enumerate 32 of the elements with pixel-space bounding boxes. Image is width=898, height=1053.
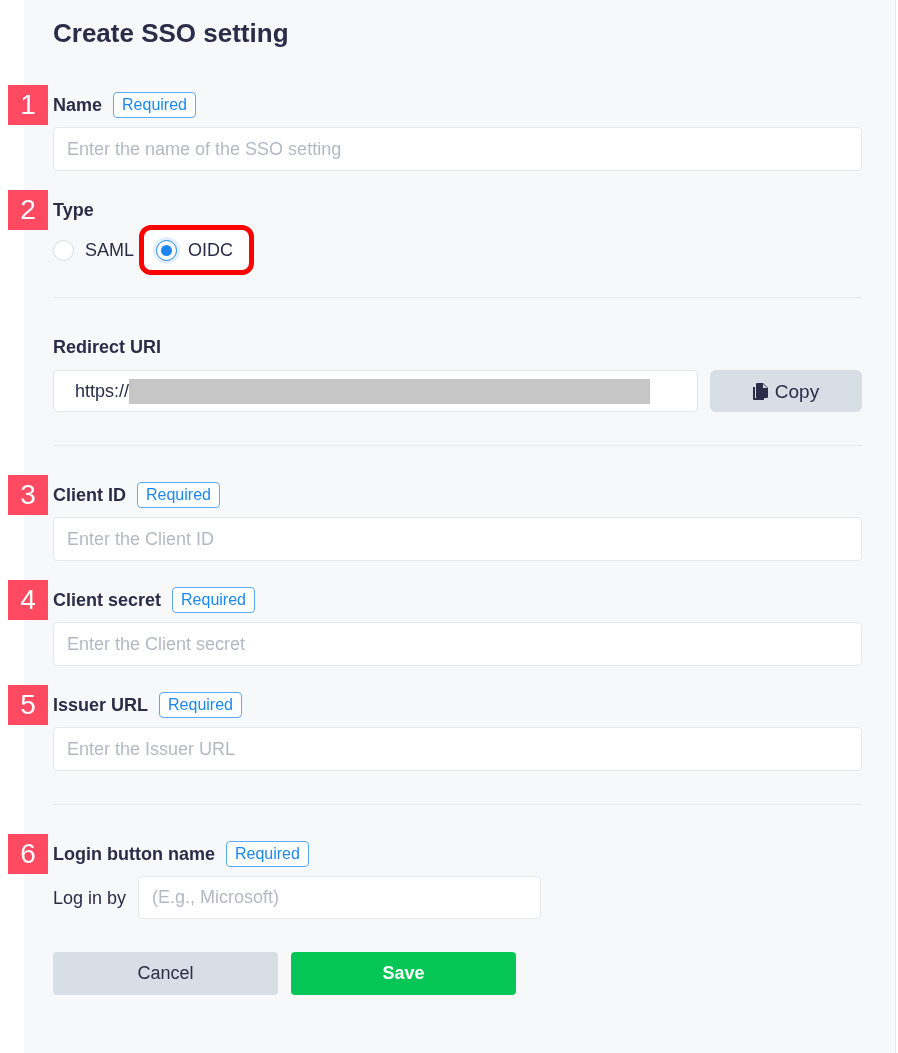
field-label: Redirect URI xyxy=(53,336,162,358)
step-number-marker: 4 xyxy=(8,580,48,620)
required-label: Required xyxy=(137,482,220,508)
copy-icon xyxy=(752,382,768,400)
input-prefix-label: Log in by xyxy=(53,888,127,907)
field-label: Client secret xyxy=(53,589,162,611)
field-label: Login button name xyxy=(53,843,215,865)
text-input[interactable]: Enter the Client secret xyxy=(53,622,862,666)
page-title: Create SSO setting xyxy=(53,17,290,49)
url-field[interactable]: https:// xyxy=(53,370,698,412)
field-label: Name xyxy=(53,94,103,116)
text-input[interactable]: Enter the Issuer URL xyxy=(53,727,862,771)
required-label: Required xyxy=(113,92,196,118)
field-label: Issuer URL xyxy=(53,694,149,716)
text-input[interactable]: (E.g., Microsoft) xyxy=(138,876,542,919)
url-value: https:// xyxy=(75,382,130,400)
cancel-button[interactable]: Cancel xyxy=(53,952,278,995)
required-label: Required xyxy=(172,587,255,613)
required-label: Required xyxy=(159,692,242,718)
text-input[interactable]: Enter the name of the SSO setting xyxy=(53,127,862,171)
radio-option[interactable]: OIDC xyxy=(156,239,234,261)
copy-button[interactable]: Copy xyxy=(710,370,862,412)
step-number-marker: 2 xyxy=(8,190,48,230)
text-input[interactable]: Enter the Client ID xyxy=(53,517,862,561)
field-label: Type xyxy=(53,199,94,221)
required-label: Required xyxy=(226,841,309,867)
radio-option[interactable]: SAML xyxy=(53,239,135,261)
step-number-marker: 1 xyxy=(8,85,48,125)
step-number-marker: 3 xyxy=(8,475,48,515)
step-number-marker: 6 xyxy=(8,834,48,874)
step-number-marker: 5 xyxy=(8,685,48,725)
field-label: Client ID xyxy=(53,484,126,506)
